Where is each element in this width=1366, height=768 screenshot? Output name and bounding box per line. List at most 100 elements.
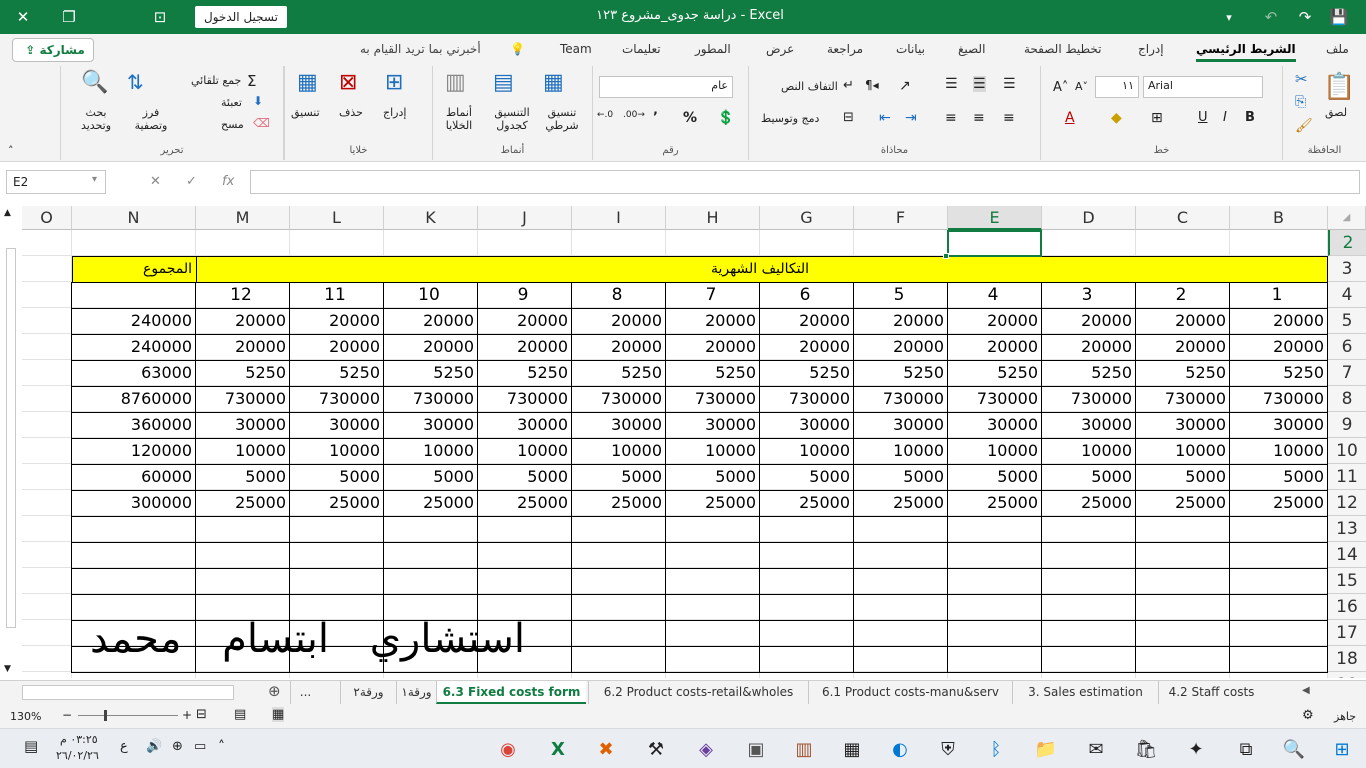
row-header-13[interactable]: 13 — [1328, 516, 1366, 542]
clear-icon[interactable]: ⌫ — [253, 116, 270, 130]
conditional-format-icon[interactable]: ▦ — [543, 70, 564, 95]
column-header-I[interactable]: I — [572, 206, 666, 230]
paste-button[interactable]: لصق — [1325, 106, 1347, 119]
tab-formulas[interactable]: الصيغ — [958, 42, 985, 56]
month-header-cell[interactable]: 9 — [478, 282, 572, 308]
format-cells-icon[interactable]: ▦ — [297, 70, 318, 95]
format-painter-icon[interactable]: 🖌 — [1295, 118, 1313, 134]
month-header-cell[interactable]: 7 — [666, 282, 760, 308]
zoom-in-icon[interactable]: + — [182, 708, 192, 722]
row-header-3[interactable]: 3 — [1328, 256, 1366, 282]
data-cell[interactable]: 5250 — [384, 360, 478, 386]
find-select-icon[interactable]: 🔍 — [81, 70, 108, 95]
data-cell[interactable]: 730000 — [1136, 386, 1230, 412]
data-cell[interactable]: 5250 — [666, 360, 760, 386]
data-cell[interactable]: 30000 — [196, 412, 290, 438]
sort-filter-button[interactable]: فرز وتصفية — [129, 106, 173, 132]
data-cell[interactable]: 730000 — [948, 386, 1042, 412]
column-header-F[interactable]: F — [854, 206, 948, 230]
data-cell[interactable]: 20000 — [760, 334, 854, 360]
data-cell[interactable]: 5000 — [1042, 464, 1136, 490]
column-header-J[interactable]: J — [478, 206, 572, 230]
insert-cells-icon[interactable]: ⊞ — [385, 70, 403, 95]
align-right-icon[interactable]: ≡ — [1003, 110, 1015, 126]
app-icon[interactable]: ▣ — [742, 735, 770, 763]
data-cell[interactable]: 20000 — [478, 334, 572, 360]
scroll-up-icon[interactable]: ▲ — [4, 208, 11, 218]
login-button[interactable]: تسجيل الدخول — [195, 6, 287, 28]
total-cell[interactable]: 8760000 — [72, 386, 196, 412]
autosum-button[interactable]: جمع تلقائي — [191, 74, 241, 87]
data-cell[interactable]: 5000 — [290, 464, 384, 490]
month-header-cell[interactable]: 8 — [572, 282, 666, 308]
data-cell[interactable]: 5000 — [478, 464, 572, 490]
data-cell[interactable]: 20000 — [948, 334, 1042, 360]
tool-icon[interactable]: ⚒ — [642, 735, 670, 763]
month-header-cell[interactable]: 4 — [948, 282, 1042, 308]
data-cell[interactable]: 5000 — [760, 464, 854, 490]
increase-decimal-icon[interactable]: .00→ — [623, 110, 645, 120]
data-cell[interactable]: 730000 — [1230, 386, 1328, 412]
wrap-text-button[interactable]: التفاف النص — [781, 80, 838, 93]
data-cell[interactable]: 5250 — [760, 360, 854, 386]
tab-developer[interactable]: المطور — [695, 42, 731, 56]
task-view-icon[interactable]: ⧉ — [1232, 735, 1260, 763]
total-cell[interactable]: 300000 — [72, 490, 196, 516]
row-header-10[interactable]: 10 — [1328, 438, 1366, 464]
data-cell[interactable]: 10000 — [666, 438, 760, 464]
data-cell[interactable]: 25000 — [478, 490, 572, 516]
cancel-entry-icon[interactable]: ✕ — [150, 174, 161, 189]
chrome-icon[interactable]: ◉ — [494, 735, 522, 763]
data-cell[interactable]: 5250 — [1136, 360, 1230, 386]
data-cell[interactable]: 30000 — [854, 412, 948, 438]
language-indicator[interactable]: ع — [120, 739, 128, 754]
data-cell[interactable]: 25000 — [666, 490, 760, 516]
align-top-icon[interactable]: ☰ — [1003, 76, 1016, 92]
sheet-tab[interactable]: 3. Sales estimation — [1012, 681, 1158, 704]
indent-icon[interactable]: ⇥ — [905, 110, 917, 126]
tab-help[interactable]: تعليمات — [622, 42, 661, 56]
data-cell[interactable]: 10000 — [196, 438, 290, 464]
row-header-16[interactable]: 16 — [1328, 594, 1366, 620]
data-cell[interactable]: 25000 — [1042, 490, 1136, 516]
month-header-cell[interactable]: 10 — [384, 282, 478, 308]
clock-date[interactable]: ٢٦/٠٢/٢٦ — [56, 749, 99, 762]
namebox-dropdown-icon[interactable]: ▾ — [92, 174, 97, 185]
data-cell[interactable]: 25000 — [572, 490, 666, 516]
month-header-cell[interactable]: 1 — [1230, 282, 1328, 308]
chevron-up-icon[interactable]: ˄ — [218, 739, 225, 755]
data-cell[interactable]: 5000 — [1136, 464, 1230, 490]
data-cell[interactable]: 5000 — [196, 464, 290, 490]
scrollbar-thumb[interactable] — [6, 248, 16, 628]
tab-home[interactable]: الشريط الرئيسي — [1196, 42, 1296, 62]
data-cell[interactable]: 20000 — [1230, 308, 1328, 334]
file-explorer-icon[interactable]: 📁 — [1032, 735, 1060, 763]
data-cell[interactable]: 10000 — [478, 438, 572, 464]
visual-studio-icon[interactable]: ◈ — [692, 735, 720, 763]
data-cell[interactable]: 25000 — [384, 490, 478, 516]
zoom-level[interactable]: 130% — [10, 710, 41, 723]
rtl-icon[interactable]: ¶◂ — [865, 78, 879, 92]
row-header-18[interactable]: 18 — [1328, 646, 1366, 672]
winrar-icon[interactable]: ▥ — [790, 735, 818, 763]
format-as-table-button[interactable]: التنسيق كجدول — [487, 106, 537, 132]
scroll-tabs-icon[interactable]: ◀ — [1302, 685, 1310, 696]
data-cell[interactable]: 730000 — [384, 386, 478, 412]
data-cell[interactable]: 25000 — [290, 490, 384, 516]
row-header-19[interactable]: 19 — [1328, 672, 1366, 678]
data-cell[interactable]: 30000 — [572, 412, 666, 438]
row-header-9[interactable]: 9 — [1328, 412, 1366, 438]
data-cell[interactable]: 5000 — [666, 464, 760, 490]
mail-icon[interactable]: ✉ — [1082, 735, 1110, 763]
decrease-decimal-icon[interactable]: ←.0 — [597, 110, 613, 120]
column-header-G[interactable]: G — [760, 206, 854, 230]
conditional-format-button[interactable]: تنسيق شرطي — [537, 106, 587, 132]
data-cell[interactable]: 10000 — [572, 438, 666, 464]
cut-icon[interactable]: ✂ — [1295, 70, 1308, 88]
font-name-select[interactable]: Arial — [1143, 76, 1263, 98]
column-header-M[interactable]: M — [196, 206, 290, 230]
data-cell[interactable]: 730000 — [666, 386, 760, 412]
accounting-format-icon[interactable]: 💲 — [717, 110, 734, 126]
data-cell[interactable]: 5250 — [948, 360, 1042, 386]
column-header-N[interactable]: N — [72, 206, 196, 230]
